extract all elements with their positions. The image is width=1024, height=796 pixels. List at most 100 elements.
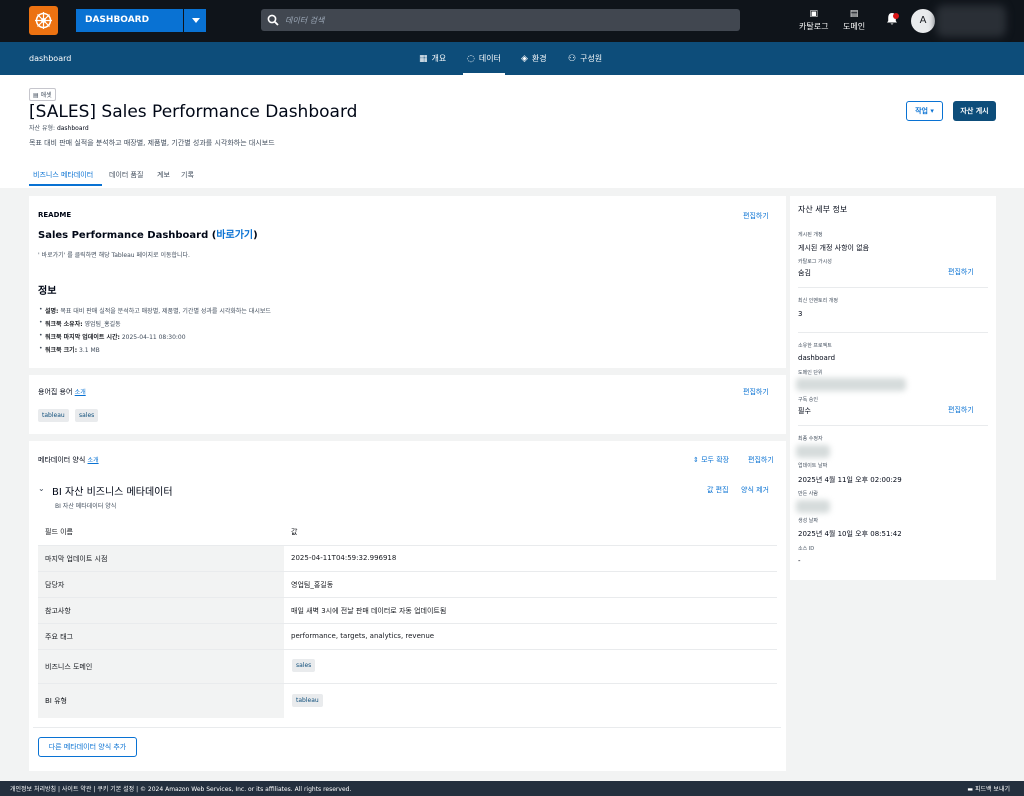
- info-key: 워크북 마지막 업데이트 시간:: [45, 334, 120, 341]
- owning-project-value[interactable]: dashboard: [798, 354, 835, 362]
- tab-environment-label: 환경: [531, 54, 547, 63]
- glossary-tag[interactable]: tableau: [38, 409, 69, 422]
- updated-date-value: 2025년 4월 11일 오후 02:00:29: [798, 476, 902, 484]
- table-row: 담당자 영업팀_홍길동: [38, 572, 777, 598]
- domain-dropdown-button[interactable]: [183, 9, 206, 32]
- footer-links[interactable]: 개인정보 처리방침 | 사이트 약관 | 쿠키 기본 설정 | © 2024 A…: [10, 784, 351, 793]
- footer: 개인정보 처리방침 | 사이트 약관 | 쿠키 기본 설정 | © 2024 A…: [0, 781, 1024, 796]
- actions-button[interactable]: 작업 ▾: [906, 101, 943, 121]
- source-id-value: -: [798, 557, 801, 565]
- glossary-edit-link[interactable]: 편집하기: [743, 387, 769, 397]
- user-name-redacted: [936, 5, 1006, 37]
- remove-form-link[interactable]: 양식 제거: [741, 485, 769, 495]
- expand-all-button[interactable]: ⇕ 모두 확장: [693, 455, 729, 465]
- tab-history[interactable]: 기록: [181, 170, 194, 180]
- page-title: [SALES] Sales Performance Dashboard: [29, 102, 358, 122]
- table-row: 마지막 업데이트 시점 2025-04-11T04:59:32.996918: [38, 546, 777, 572]
- members-icon: ⚇: [568, 54, 577, 64]
- actions-label: 작업: [915, 107, 928, 115]
- readme-label: README: [38, 211, 72, 219]
- user-avatar[interactable]: A: [911, 9, 935, 33]
- domain-unit-label: 도메인 단위: [798, 370, 823, 376]
- caret-down-icon: [192, 18, 200, 23]
- overview-icon: ▦: [419, 54, 428, 64]
- notification-badge: [893, 13, 899, 19]
- created-date-label: 생성 날짜: [798, 518, 818, 524]
- catalog-label: 카탈로그: [799, 22, 829, 31]
- catalog-visibility-value: 숨김: [798, 269, 811, 277]
- field-value-tag[interactable]: sales: [292, 659, 316, 672]
- page-tab-indicator: [29, 184, 102, 186]
- tab-data[interactable]: ◌ 데이터: [467, 53, 501, 64]
- tab-lineage[interactable]: 계보: [157, 170, 170, 180]
- field-value: performance, targets, analytics, revenue: [291, 632, 435, 640]
- collapse-chevron-icon[interactable]: ⌄: [38, 484, 45, 493]
- domain-nav-button[interactable]: ▤ 도메인: [843, 9, 865, 32]
- add-metadata-form-button[interactable]: 다른 메타데이터 양식 추가: [38, 737, 137, 757]
- asset-type-value: dashboard: [56, 125, 89, 132]
- updated-date-label: 업데이트 날짜: [798, 463, 828, 469]
- field-value: 매일 새벽 3시에 전날 판매 데이터로 자동 업데이트됨: [291, 607, 447, 615]
- tab-overview[interactable]: ▦ 개요: [419, 53, 446, 64]
- page-description: 목표 대비 판매 실적을 분석하고 매장별, 제품별, 기간별 성과를 시각화하…: [29, 139, 275, 147]
- tab-environment[interactable]: ◈ 환경: [521, 53, 547, 64]
- publish-asset-button[interactable]: 자산 게시: [953, 101, 996, 121]
- form-subtitle: BI 자산 메타데이터 양식: [55, 503, 117, 510]
- app-logo[interactable]: [29, 6, 58, 35]
- divider: [798, 332, 988, 333]
- readme-edit-link[interactable]: 편집하기: [743, 211, 769, 221]
- table-header: 필드 이름 값: [38, 518, 777, 546]
- field-name: 마지막 업데이트 시점: [45, 555, 108, 563]
- asset-kind-label: 애셋: [40, 92, 52, 99]
- creator-redacted: [796, 500, 830, 513]
- feedback-button[interactable]: ▬ 피드백 보내기: [967, 784, 1010, 793]
- readme-heading: Sales Performance Dashboard (바로가기): [38, 226, 258, 241]
- expand-icon: ⇕: [693, 456, 699, 464]
- domain-unit-redacted: [796, 378, 906, 391]
- glossary-intro-link[interactable]: 소개: [75, 389, 86, 396]
- details-title: 자산 세부 정보: [798, 205, 848, 214]
- info-item: 워크북 소유자: 영업팀_홍길동: [39, 319, 121, 328]
- field-value-tag[interactable]: tableau: [292, 694, 323, 707]
- catalog-button[interactable]: ▣ 카탈로그: [799, 9, 828, 32]
- project-nav: dashboard ▦ 개요 ◌ 데이터 ◈ 환경 ⚇ 구성원: [0, 42, 1024, 75]
- owning-project-label: 소유한 프로젝트: [798, 343, 832, 349]
- visibility-edit-link[interactable]: 편집하기: [948, 267, 974, 277]
- tab-members[interactable]: ⚇ 구성원: [568, 53, 602, 64]
- subscription-label: 구독 승인: [798, 397, 818, 403]
- feedback-label: 피드백 보내기: [974, 786, 1010, 793]
- last-modifier-redacted: [796, 445, 830, 458]
- source-id-label: 소스 ID: [798, 546, 815, 552]
- info-item: 워크북 크기: 3.1 MB: [39, 345, 100, 354]
- field-value: 2025-04-11T04:59:32.996918: [291, 554, 397, 562]
- glossary-tag[interactable]: sales: [75, 409, 99, 422]
- published-revision-label: 게시된 개정: [798, 232, 823, 238]
- tab-data-quality[interactable]: 데이터 품질: [109, 170, 143, 180]
- glossary-panel: [29, 375, 786, 434]
- search-input[interactable]: [285, 9, 725, 31]
- created-date-value: 2025년 4월 10일 오후 08:51:42: [798, 530, 902, 538]
- search-icon: [267, 14, 279, 26]
- table-row: 주요 태그 performance, targets, analytics, r…: [38, 624, 777, 650]
- top-header: DASHBOARD ▣ 카탈로그 ▤ 도메인 A: [0, 0, 1024, 42]
- field-name: BI 유형: [45, 697, 67, 705]
- subscription-edit-link[interactable]: 편집하기: [948, 405, 974, 415]
- readme-shortcut-link[interactable]: 바로가기: [216, 230, 253, 241]
- domain-selector[interactable]: DASHBOARD: [76, 9, 183, 32]
- metadata-edit-link[interactable]: 편집하기: [748, 455, 774, 465]
- metadata-intro-link[interactable]: 소개: [88, 457, 99, 464]
- caret-down-icon: ▾: [930, 107, 934, 115]
- search-bar[interactable]: [261, 9, 740, 31]
- asset-kind-badge: ▤ 애셋: [29, 88, 56, 101]
- info-value: 2025-04-11 08:30:00: [119, 334, 186, 341]
- logo-icon: [35, 12, 52, 29]
- project-name[interactable]: dashboard: [29, 54, 71, 63]
- info-item: 워크북 마지막 업데이트 시간: 2025-04-11 08:30:00: [39, 332, 186, 341]
- info-key: 워크북 크기:: [45, 347, 78, 354]
- readme-heading-text: Sales Performance Dashboard (: [38, 230, 217, 241]
- latest-inventory-label: 최신 인벤토리 개정: [798, 298, 838, 304]
- readme-panel: [29, 196, 786, 368]
- glossary-label-text: 용어집 용어: [38, 388, 73, 396]
- tab-business-metadata[interactable]: 비즈니스 메타데이터: [33, 170, 93, 180]
- edit-values-link[interactable]: 값 편집: [707, 485, 729, 495]
